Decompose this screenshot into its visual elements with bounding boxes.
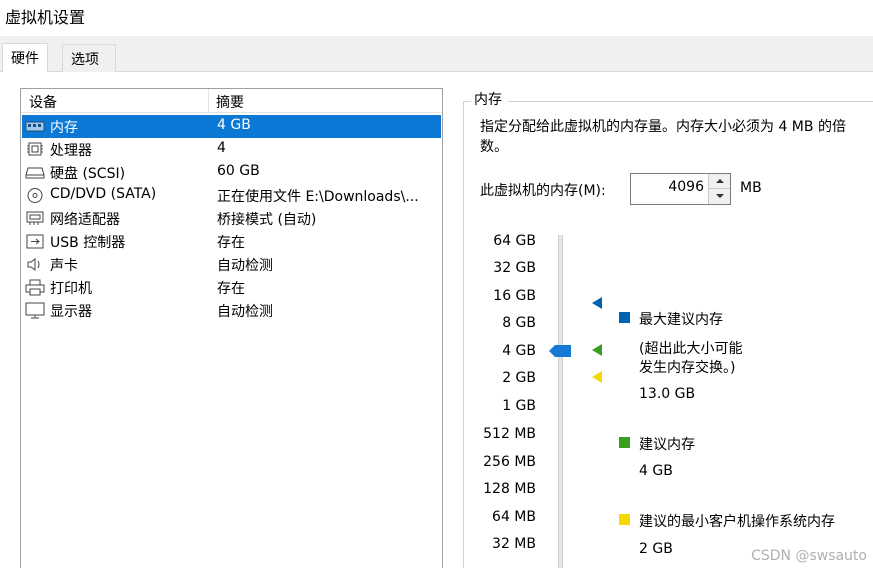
device-name: CD/DVD (SATA) (50, 186, 157, 202)
sound-card-icon (27, 258, 40, 271)
device-summary: 正在使用文件 E:\Downloads\... (217, 189, 419, 205)
device-name: 网络适配器 (50, 212, 120, 228)
device-row-network-adapter[interactable]: 网络适配器 桥接模式 (自动) (22, 207, 441, 230)
watermark: CSDN @swsauto (751, 548, 867, 564)
memory-input[interactable]: 4096 (668, 179, 704, 195)
min-guest-swatch (619, 514, 630, 525)
min-guest-label: 建议的最小客户机操作系统内存 (639, 514, 835, 530)
hard-disk-icon (25, 167, 45, 179)
device-name: 处理器 (50, 143, 92, 159)
device-summary: 存在 (217, 281, 245, 297)
tab-strip (0, 36, 873, 71)
device-summary: 自动检测 (217, 304, 273, 320)
device-name: 打印机 (50, 281, 92, 297)
group-border (463, 101, 471, 102)
memory-description: 指定分配给此虚拟机的内存量。内存大小必须为 4 MB 的倍数。 (480, 119, 846, 155)
memory-unit: MB (740, 180, 762, 196)
recommended-label: 建议内存 (639, 437, 695, 453)
column-header-device[interactable]: 设备 (29, 92, 57, 112)
scale-label: 2 GB (502, 370, 536, 386)
scale-label: 64 MB (492, 509, 536, 525)
device-name: 声卡 (50, 258, 78, 274)
min-guest-marker (592, 371, 602, 383)
device-summary: 4 GB (217, 117, 251, 133)
tab-hardware[interactable]: 硬件 (2, 43, 48, 72)
memory-icon (25, 121, 45, 132)
device-row-memory[interactable]: 内存 4 GB (22, 115, 441, 138)
scale-label: 512 MB (483, 426, 536, 442)
recommended-swatch (619, 437, 630, 448)
device-name: 内存 (50, 120, 78, 136)
memory-slider-track[interactable] (558, 235, 563, 568)
group-border (463, 101, 464, 568)
min-guest-value: 2 GB (639, 541, 673, 557)
scale-label: 32 MB (492, 536, 536, 552)
memory-field-label: 此虚拟机的内存(M): (480, 183, 606, 199)
arrow-down-icon (716, 194, 724, 198)
device-summary: 自动检测 (217, 258, 273, 274)
scale-label: 128 MB (483, 481, 536, 497)
scale-label: 8 GB (502, 315, 536, 331)
scale-label: 64 GB (493, 233, 536, 249)
memory-slider-thumb[interactable] (549, 345, 571, 357)
memory-group-title: 内存 (474, 92, 502, 108)
device-summary: 存在 (217, 235, 245, 251)
memory-spinbox[interactable]: 4096 (630, 173, 731, 205)
spin-buttons (708, 174, 730, 204)
recommended-marker (592, 344, 602, 356)
device-list[interactable]: 设备 摘要 内存 4 GB 处理器 4 硬盘 (SCSI) 60 GB CD/D… (20, 88, 443, 568)
usb-controller-icon (26, 234, 44, 249)
spin-up-button[interactable] (709, 174, 730, 189)
recommended-value: 4 GB (639, 463, 673, 479)
spin-down-button[interactable] (709, 189, 730, 204)
device-row-printer[interactable]: 打印机 存在 (22, 276, 441, 299)
device-summary: 4 (217, 140, 226, 156)
column-separator[interactable] (208, 89, 209, 113)
group-border (508, 101, 873, 102)
max-recommended-value: 13.0 GB (639, 386, 696, 402)
device-row-display[interactable]: 显示器 自动检测 (22, 299, 441, 322)
scale-label: 32 GB (493, 260, 536, 276)
device-summary: 60 GB (217, 163, 260, 179)
tab-divider (0, 71, 873, 72)
arrow-up-icon (716, 179, 724, 183)
device-row-sound-card[interactable]: 声卡 自动检测 (22, 253, 441, 276)
max-recommended-marker (592, 297, 602, 309)
window-title: 虚拟机设置 (5, 8, 86, 27)
printer-icon (25, 279, 45, 296)
device-row-usb-controller[interactable]: USB 控制器 存在 (22, 230, 441, 253)
display-icon (25, 302, 45, 319)
device-row-hard-disk[interactable]: 硬盘 (SCSI) 60 GB (22, 161, 441, 184)
max-recommended-label: 最大建议内存 (639, 312, 723, 328)
column-header-summary[interactable]: 摘要 (216, 92, 244, 112)
device-row-processor[interactable]: 处理器 4 (22, 138, 441, 161)
scale-label: 256 MB (483, 454, 536, 470)
device-summary: 桥接模式 (自动) (217, 212, 317, 228)
network-adapter-icon (26, 211, 44, 225)
scale-label: 4 GB (502, 343, 536, 359)
processor-icon (27, 142, 43, 156)
cd-dvd-icon (27, 188, 43, 203)
scale-label: 1 GB (502, 398, 536, 414)
max-recommended-note: (超出此大小可能 (639, 341, 743, 357)
max-recommended-note: 发生内存交换。) (639, 360, 736, 376)
device-list-header: 设备 摘要 (21, 89, 442, 113)
device-name: 硬盘 (SCSI) (50, 166, 126, 182)
device-name: 显示器 (50, 304, 92, 320)
device-row-cd-dvd[interactable]: CD/DVD (SATA) 正在使用文件 E:\Downloads\... (22, 184, 441, 207)
scale-label: 16 GB (493, 288, 536, 304)
tab-options[interactable]: 选项 (62, 44, 116, 72)
device-name: USB 控制器 (50, 235, 126, 251)
max-recommended-swatch (619, 312, 630, 323)
